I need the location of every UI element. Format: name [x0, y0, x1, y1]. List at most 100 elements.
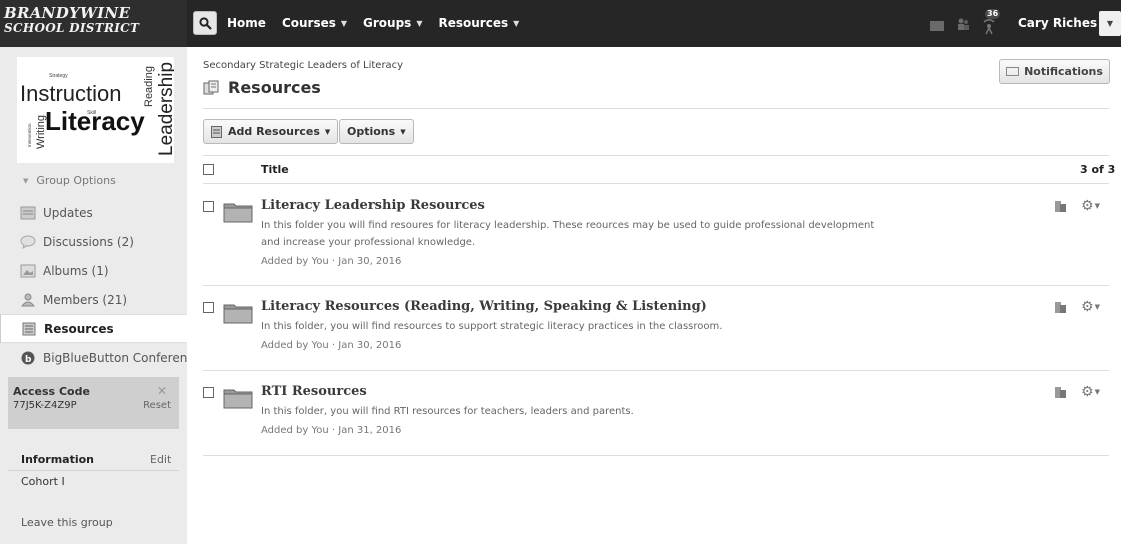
resource-title-link[interactable]: RTI Resources: [261, 384, 367, 399]
search-button[interactable]: [193, 11, 217, 35]
nav-groups[interactable]: Groups ▼: [363, 16, 422, 30]
logo-line-2: SCHOOL DISTRICT: [4, 21, 140, 35]
folder-icon[interactable]: [223, 302, 253, 324]
select-all-checkbox[interactable]: [203, 164, 214, 175]
divider: [203, 285, 1109, 286]
sidebar-nav: Updates Discussions (2) Albums (1) Membe…: [0, 198, 187, 372]
notifications-icon[interactable]: 36: [978, 9, 1001, 35]
notifications-button[interactable]: Notifications: [999, 59, 1110, 84]
divider: [203, 108, 1109, 109]
information-heading: Information: [21, 453, 94, 466]
messages-icon[interactable]: [930, 21, 944, 31]
chevron-down-icon: ▼: [1106, 19, 1114, 28]
discussions-icon: [20, 235, 36, 249]
members-icon: [20, 293, 36, 306]
document-icon: [211, 125, 222, 138]
options-button[interactable]: Options ▼: [339, 119, 414, 144]
resource-title-link[interactable]: Literacy Leadership Resources: [261, 198, 485, 213]
sidebar-item-label: Resources: [44, 321, 114, 336]
leave-group-link[interactable]: Leave this group: [21, 516, 113, 529]
sidebar-item-members[interactable]: Members (21): [0, 285, 187, 314]
gear-menu-button[interactable]: ⚙ ▼: [1081, 299, 1100, 315]
nav-home-label: Home: [227, 16, 266, 30]
nav-resources[interactable]: Resources ▼: [438, 16, 519, 30]
chevron-down-icon: ▼: [416, 18, 423, 28]
add-resources-label: Add Resources: [228, 125, 320, 138]
people-icon[interactable]: [1053, 385, 1067, 399]
nav-resources-label: Resources: [438, 16, 509, 30]
group-options-toggle[interactable]: ▼ Group Options: [23, 174, 116, 187]
sidebar-item-updates[interactable]: Updates: [0, 198, 187, 227]
item-count: 3 of 3: [1080, 163, 1116, 176]
user-menu-button[interactable]: ▼: [1099, 11, 1121, 36]
people-icon[interactable]: [1053, 300, 1067, 314]
user-name[interactable]: Cary Riches: [1018, 16, 1097, 30]
column-header-title[interactable]: Title: [261, 163, 289, 176]
chevron-down-icon: ▼: [1094, 202, 1100, 210]
sidebar-item-bigbluebutton[interactable]: b BigBlueButton Conferen...: [0, 343, 187, 372]
breadcrumb[interactable]: Secondary Strategic Leaders of Literacy: [203, 60, 403, 71]
resource-title-link[interactable]: Literacy Resources (Reading, Writing, Sp…: [261, 299, 707, 314]
resource-description: In this folder, you will find resources …: [261, 321, 723, 332]
nav-home[interactable]: Home: [227, 16, 266, 30]
divider: [203, 370, 1109, 371]
district-logo[interactable]: BRANDYWINE SCHOOL DISTRICT: [0, 0, 187, 47]
folder-icon[interactable]: [223, 387, 253, 409]
folder-icon[interactable]: [223, 201, 253, 223]
access-code-title: Access Code: [13, 385, 90, 398]
divider: [203, 455, 1109, 456]
resource-description: In this folder you will find resoures fo…: [261, 220, 875, 248]
notification-count-badge: 36: [985, 9, 1001, 19]
close-icon[interactable]: ✕: [157, 384, 167, 398]
nav-courses[interactable]: Courses ▼: [282, 16, 347, 30]
word-reading: Reading: [143, 66, 155, 107]
word-leadership: Leadership: [156, 62, 174, 156]
gear-menu-button[interactable]: ⚙ ▼: [1081, 384, 1100, 400]
top-bar: BRANDYWINE SCHOOL DISTRICT Home Courses ▼…: [0, 0, 1121, 47]
access-code-reset-link[interactable]: Reset: [143, 400, 171, 411]
row-checkbox[interactable]: [203, 387, 214, 398]
information-edit-link[interactable]: Edit: [150, 453, 171, 466]
chevron-down-icon: ▼: [340, 18, 348, 28]
sidebar: Instruction Strategy Literacy Skill Lead…: [0, 47, 187, 544]
resources-icon: [22, 322, 36, 335]
row-checkbox[interactable]: [203, 201, 214, 212]
word-strategy: Strategy: [49, 73, 68, 79]
chevron-down-icon: ▼: [400, 127, 406, 136]
gear-menu-button[interactable]: ⚙ ▼: [1081, 198, 1100, 214]
gear-icon: ⚙: [1081, 198, 1094, 214]
word-cloud-image: Instruction Strategy Literacy Skill Lead…: [20, 62, 177, 156]
table-row: Literacy Resources (Reading, Writing, Sp…: [203, 299, 1109, 359]
people-icon[interactable]: [1053, 199, 1067, 213]
connections-icon[interactable]: [956, 17, 970, 31]
chevron-down-icon: ▼: [1094, 388, 1100, 396]
divider: [8, 470, 179, 471]
sidebar-item-label: Members (21): [43, 292, 128, 307]
sidebar-item-discussions[interactable]: Discussions (2): [0, 227, 187, 256]
resources-icon: [203, 80, 219, 95]
information-value: Cohort I: [21, 475, 65, 488]
group-options-label: Group Options: [36, 174, 116, 187]
divider: [203, 183, 1109, 184]
sidebar-item-albums[interactable]: Albums (1): [0, 256, 187, 285]
sidebar-item-label: Updates: [43, 205, 93, 220]
resource-meta: Added by You · Jan 30, 2016: [261, 256, 402, 267]
word-skill: Skill: [87, 110, 96, 116]
chevron-down-icon: ▼: [23, 176, 29, 185]
divider: [203, 155, 1109, 156]
svg-text:b: b: [25, 355, 32, 365]
main-nav: Home Courses ▼ Groups ▼ Resources ▼: [227, 16, 535, 30]
updates-icon: [20, 206, 36, 219]
access-code-box: Access Code ✕ 77J5K-Z4Z9P Reset: [8, 377, 179, 429]
gear-icon: ⚙: [1081, 384, 1094, 400]
gear-icon: ⚙: [1081, 299, 1094, 315]
resource-meta: Added by You · Jan 31, 2016: [261, 425, 402, 436]
search-icon: [199, 17, 212, 30]
sidebar-item-resources[interactable]: Resources: [0, 314, 187, 343]
sidebar-item-label: BigBlueButton Conferen...: [43, 350, 187, 365]
resource-description: In this folder, you will find RTI resour…: [261, 406, 634, 417]
row-checkbox[interactable]: [203, 302, 214, 313]
word-intervention: Intervention: [27, 123, 32, 147]
envelope-icon: [1006, 67, 1020, 76]
add-resources-button[interactable]: Add Resources ▼: [203, 119, 339, 144]
